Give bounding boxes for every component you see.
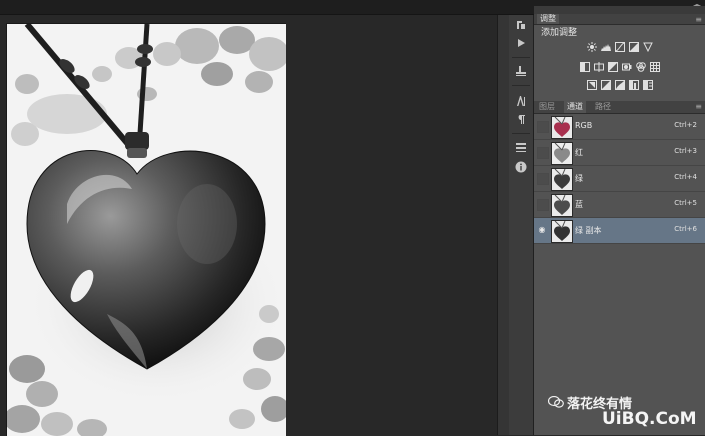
- strip-separator: [512, 133, 530, 134]
- channel-shortcut: Ctrl+2: [674, 121, 697, 129]
- properties-icon[interactable]: [513, 141, 529, 155]
- tab-paths[interactable]: 路径: [592, 101, 614, 113]
- right-panels: 调整 ≡ 添加调整 图层 通道 路径 ≡ RGB Ctrl+2 红 Ctrl+3…: [534, 6, 705, 435]
- adjustments-row-2: [534, 62, 705, 72]
- vibrance-icon[interactable]: [642, 42, 653, 52]
- channel-shortcut: Ctrl+6: [674, 225, 697, 233]
- channel-row-red[interactable]: 红 Ctrl+3: [534, 140, 705, 166]
- exposure-icon[interactable]: [628, 42, 639, 52]
- document-canvas[interactable]: [6, 23, 286, 436]
- visibility-toggle[interactable]: [537, 199, 549, 211]
- channel-name: 蓝: [575, 200, 583, 209]
- gradient-map-icon[interactable]: [628, 80, 639, 90]
- visibility-toggle[interactable]: [537, 173, 549, 185]
- channel-thumbnail: [551, 194, 573, 217]
- actions-play-icon[interactable]: [513, 37, 529, 51]
- photo-filter-icon[interactable]: [621, 62, 632, 72]
- watermark-site: UiBQ.CoM: [602, 409, 697, 429]
- adjustments-tabbar: 调整 ≡: [534, 14, 705, 25]
- strip-separator: [512, 57, 530, 58]
- levels-icon[interactable]: [600, 42, 611, 52]
- black-white-icon[interactable]: [607, 62, 618, 72]
- eye-icon[interactable]: ◉: [537, 225, 547, 235]
- threshold-icon[interactable]: [614, 80, 625, 90]
- adjustments-row-1: [534, 42, 705, 52]
- tab-layers[interactable]: 图层: [536, 101, 558, 113]
- channel-row-green[interactable]: 绿 Ctrl+4: [534, 166, 705, 192]
- character-icon[interactable]: [513, 95, 529, 109]
- invert-icon[interactable]: [586, 80, 597, 90]
- channel-shortcut: Ctrl+4: [674, 173, 697, 181]
- info-icon[interactable]: [513, 161, 529, 175]
- channel-mixer-icon[interactable]: [635, 62, 646, 72]
- wechat-icon: [547, 395, 564, 408]
- collapsed-panel-strip: [509, 15, 534, 435]
- tab-adjustments[interactable]: 调整: [537, 14, 559, 24]
- channel-thumbnail: [551, 142, 573, 165]
- channel-shortcut: Ctrl+5: [674, 199, 697, 207]
- curves-icon[interactable]: [614, 42, 625, 52]
- layer-comps-icon[interactable]: [513, 65, 529, 79]
- channel-name: RGB: [575, 121, 593, 130]
- channel-name: 红: [575, 148, 583, 157]
- channel-name: 绿 副本: [575, 226, 602, 235]
- channel-row-blue[interactable]: 蓝 Ctrl+5: [534, 192, 705, 218]
- panel-header-strip: [534, 6, 705, 14]
- visibility-toggle[interactable]: [537, 121, 549, 133]
- color-lookup-icon[interactable]: [649, 62, 660, 72]
- channel-thumbnail: [551, 220, 573, 243]
- layers-panel-tabbar: 图层 通道 路径 ≡: [534, 101, 705, 114]
- hue-saturation-icon[interactable]: [579, 62, 590, 72]
- paragraph-icon[interactable]: [513, 113, 529, 127]
- channel-row-green-copy[interactable]: ◉ 绿 副本 Ctrl+6: [534, 218, 705, 244]
- panel-menu-icon[interactable]: ≡: [695, 101, 702, 112]
- channel-thumbnail: [551, 116, 573, 139]
- channel-name: 绿: [575, 174, 583, 183]
- adjustments-row-3: [534, 80, 705, 90]
- channel-row-rgb[interactable]: RGB Ctrl+2: [534, 114, 705, 140]
- history-icon[interactable]: [513, 19, 529, 33]
- channel-shortcut: Ctrl+3: [674, 147, 697, 155]
- visibility-toggle[interactable]: [537, 147, 549, 159]
- posterize-icon[interactable]: [600, 80, 611, 90]
- tab-channels[interactable]: 通道: [564, 101, 586, 113]
- strip-separator: [512, 85, 530, 86]
- heart-image: [7, 24, 286, 436]
- channel-thumbnail: [551, 168, 573, 191]
- panel-menu-icon[interactable]: ≡: [695, 14, 702, 25]
- color-balance-icon[interactable]: [593, 62, 604, 72]
- selective-color-icon[interactable]: [642, 80, 653, 90]
- brightness-contrast-icon[interactable]: [586, 42, 597, 52]
- adjustments-title: 添加调整: [541, 28, 578, 38]
